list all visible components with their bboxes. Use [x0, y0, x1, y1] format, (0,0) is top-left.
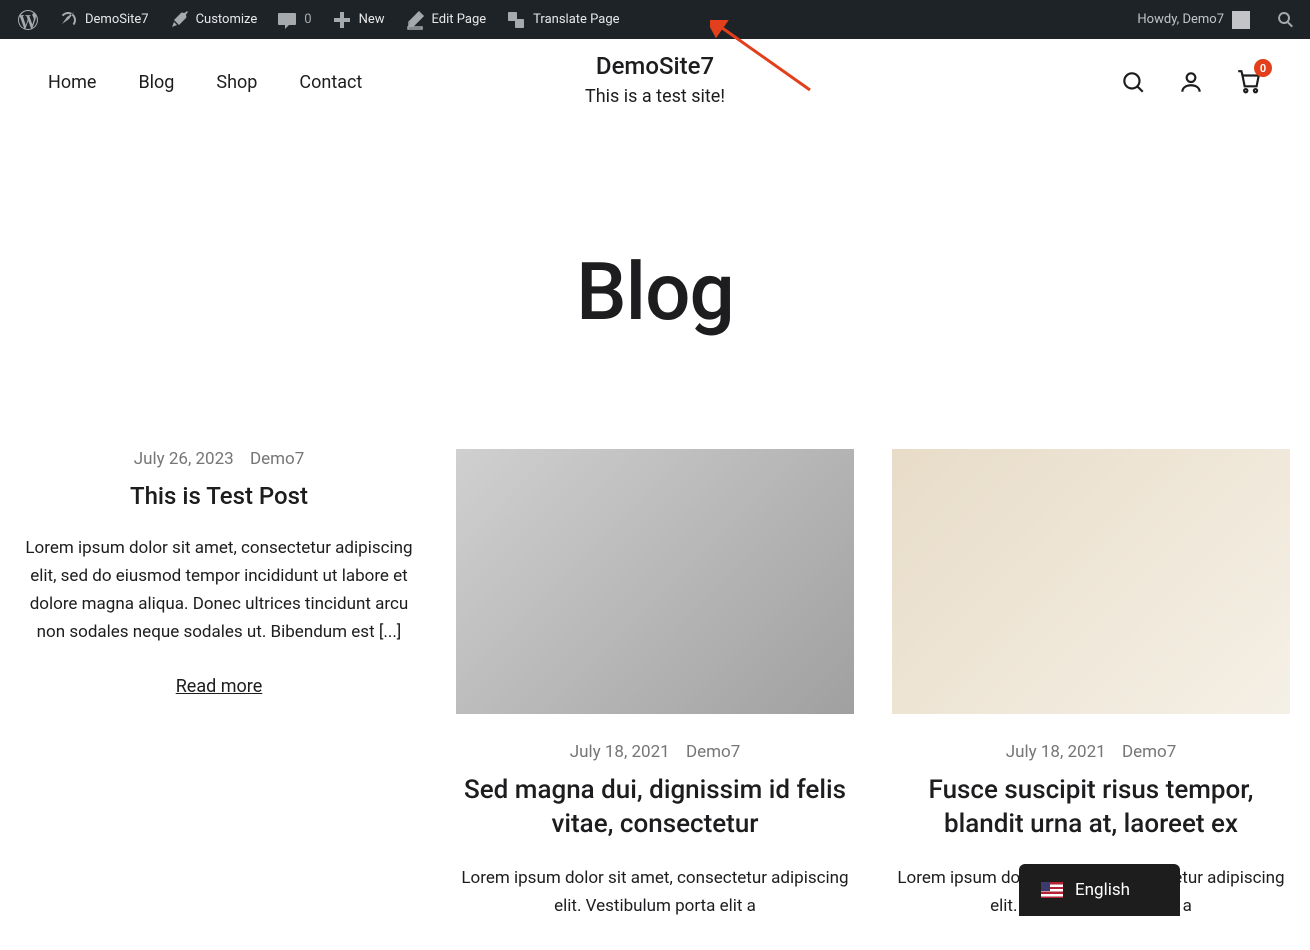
post-date[interactable]: July 26, 2023 — [134, 449, 234, 469]
user-icon — [1178, 69, 1204, 95]
admin-search[interactable] — [1276, 10, 1296, 30]
post-title[interactable]: This is Test Post — [20, 481, 418, 512]
read-more-link[interactable]: Read more — [176, 676, 263, 697]
site-name-menu[interactable]: DemoSite7 — [48, 0, 159, 39]
post-title[interactable]: Sed magna dui, dignissim id felis vitae,… — [456, 774, 854, 842]
nav-home[interactable]: Home — [48, 72, 96, 93]
translate-page-menu[interactable]: Translate Page — [496, 0, 629, 39]
flag-us-icon — [1041, 882, 1063, 898]
cart-count-badge: 0 — [1254, 59, 1272, 77]
account-button[interactable] — [1178, 69, 1204, 95]
customize-menu[interactable]: Customize — [159, 0, 268, 39]
avatar-icon — [1232, 11, 1250, 29]
my-account-menu[interactable]: Howdy, Demo7 — [1129, 11, 1258, 29]
comments-menu[interactable]: 0 — [267, 0, 321, 39]
post-title[interactable]: Fusce suscipit risus tempor, blandit urn… — [892, 774, 1290, 842]
site-branding: DemoSite7 This is a test site! — [585, 52, 725, 107]
site-name-label: DemoSite7 — [85, 12, 149, 27]
customize-icon — [169, 10, 189, 30]
plus-icon — [332, 10, 352, 30]
wp-logo-menu[interactable] — [8, 0, 48, 39]
post-author[interactable]: Demo7 — [1122, 742, 1176, 762]
post-meta: July 18, 2021 Demo7 — [456, 742, 854, 762]
post-author[interactable]: Demo7 — [250, 449, 304, 469]
site-header: Home Blog Shop Contact DemoSite7 This is… — [0, 39, 1310, 115]
language-switcher[interactable]: English — [1019, 864, 1180, 916]
translate-icon — [506, 10, 526, 30]
post-card: July 18, 2021 Demo7 Sed magna dui, digni… — [456, 449, 854, 950]
post-date[interactable]: July 18, 2021 — [570, 742, 670, 762]
new-label: New — [359, 12, 385, 27]
howdy-label: Howdy, Demo7 — [1137, 12, 1224, 27]
edit-page-menu[interactable]: Edit Page — [395, 0, 497, 39]
post-thumbnail[interactable] — [892, 449, 1290, 714]
wp-admin-bar: DemoSite7 Customize 0 New Edit Page Tran… — [0, 0, 1310, 39]
translate-page-label: Translate Page — [533, 12, 619, 27]
post-excerpt: Lorem ipsum dolor sit amet, consectetur … — [456, 864, 854, 920]
nav-shop[interactable]: Shop — [216, 72, 257, 93]
primary-nav: Home Blog Shop Contact — [48, 72, 362, 93]
new-content-menu[interactable]: New — [322, 0, 395, 39]
wordpress-logo-icon — [18, 10, 38, 30]
post-author[interactable]: Demo7 — [686, 742, 740, 762]
search-button[interactable] — [1120, 69, 1146, 95]
language-label: English — [1075, 880, 1130, 900]
page-title: Blog — [0, 245, 1310, 339]
nav-contact[interactable]: Contact — [299, 72, 362, 93]
comment-icon — [277, 10, 297, 30]
post-meta: July 18, 2021 Demo7 — [892, 742, 1290, 762]
customize-label: Customize — [196, 12, 258, 27]
site-title[interactable]: DemoSite7 — [585, 52, 725, 80]
nav-blog[interactable]: Blog — [138, 72, 174, 93]
post-card: July 26, 2023 Demo7 This is Test Post Lo… — [20, 449, 418, 950]
site-tagline: This is a test site! — [585, 86, 725, 107]
search-icon — [1120, 69, 1146, 95]
post-excerpt: Lorem ipsum dolor sit amet, consectetur … — [20, 534, 418, 646]
post-date[interactable]: July 18, 2021 — [1006, 742, 1106, 762]
post-meta: July 26, 2023 Demo7 — [20, 449, 418, 469]
cart-button[interactable]: 0 — [1236, 69, 1262, 95]
edit-page-label: Edit Page — [432, 12, 487, 27]
dashboard-icon — [58, 10, 78, 30]
pencil-icon — [405, 10, 425, 30]
comment-count: 0 — [304, 12, 311, 27]
header-icons: 0 — [1120, 69, 1262, 95]
post-thumbnail[interactable] — [456, 449, 854, 714]
